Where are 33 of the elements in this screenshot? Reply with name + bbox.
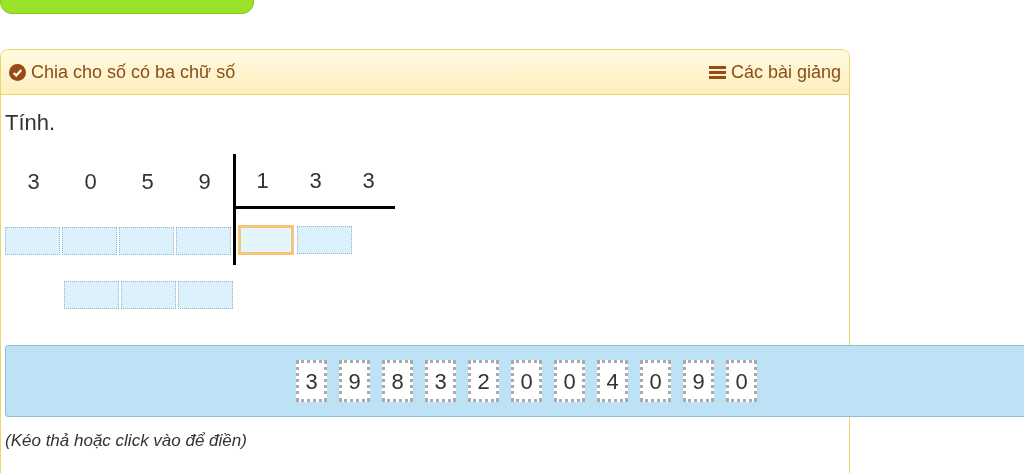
answer-slot[interactable] xyxy=(238,225,294,255)
menu-icon xyxy=(708,64,726,80)
check-circle-icon xyxy=(9,63,26,81)
answer-slot[interactable] xyxy=(121,281,176,309)
number-tile[interactable]: 8 xyxy=(382,360,413,402)
number-tile[interactable]: 4 xyxy=(597,360,628,402)
divisor-digit: 3 xyxy=(308,166,323,195)
number-tile[interactable]: 3 xyxy=(296,360,327,402)
answer-slot[interactable] xyxy=(62,227,117,255)
hint-text: (Kéo thả hoặc click vào để điền) xyxy=(5,430,247,452)
dividend-digit: 3 xyxy=(26,168,41,196)
divisor-digit: 1 xyxy=(255,166,270,195)
answer-slot[interactable] xyxy=(178,281,233,309)
divisor-digit: 3 xyxy=(361,166,376,195)
number-tile[interactable]: 2 xyxy=(468,360,499,402)
dividend-digit: 9 xyxy=(197,168,212,196)
number-tile[interactable]: 9 xyxy=(683,360,714,402)
number-tile[interactable]: 9 xyxy=(339,360,370,402)
number-tile[interactable]: 3 xyxy=(425,360,456,402)
instruction-text: Tính. xyxy=(5,109,56,137)
lessons-link[interactable]: Các bài giảng xyxy=(708,58,841,86)
answer-slot[interactable] xyxy=(297,226,352,254)
number-tile[interactable]: 0 xyxy=(640,360,671,402)
number-tile[interactable]: 0 xyxy=(726,360,757,402)
number-tile[interactable]: 0 xyxy=(511,360,542,402)
answer-slot[interactable] xyxy=(176,227,231,255)
lesson-title: Chia cho số có ba chữ số xyxy=(31,60,236,84)
dividend-digit: 0 xyxy=(83,168,98,196)
answer-slot[interactable] xyxy=(5,227,60,255)
answer-slot[interactable] xyxy=(64,281,119,309)
number-tile[interactable]: 0 xyxy=(554,360,585,402)
dividend-digit: 5 xyxy=(140,168,155,196)
answer-slot[interactable] xyxy=(119,227,174,255)
